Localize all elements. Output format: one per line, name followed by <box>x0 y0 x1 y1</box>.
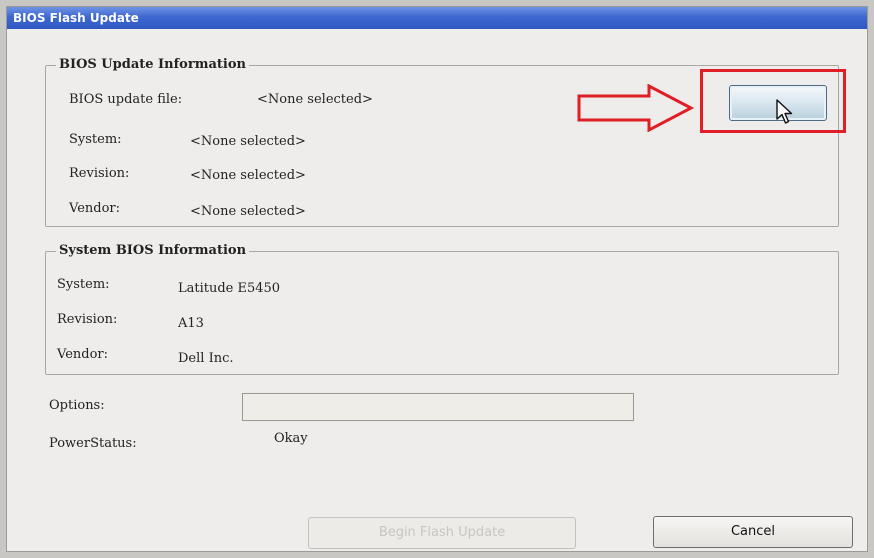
options-label: Options: <box>49 398 105 413</box>
bios-system-label: System: <box>57 277 110 292</box>
bios-update-information-legend: BIOS Update Information <box>56 57 249 72</box>
bios-vendor-label: Vendor: <box>57 347 109 362</box>
begin-flash-update-button[interactable]: Begin Flash Update <box>308 517 576 549</box>
bios-revision-label: Revision: <box>57 312 118 327</box>
system-bios-information-legend: System BIOS Information <box>56 243 250 258</box>
update-revision-label: Revision: <box>69 166 130 181</box>
system-bios-information-group: System BIOS Information <box>45 243 839 375</box>
power-status-value: Okay <box>274 431 308 446</box>
power-status-label: PowerStatus: <box>49 436 137 451</box>
options-input[interactable] <box>242 393 634 421</box>
update-system-value: <None selected> <box>190 134 306 149</box>
update-revision-value: <None selected> <box>190 168 306 183</box>
bios-revision-value: A13 <box>178 316 204 331</box>
bios-update-file-label: BIOS update file: <box>69 92 183 107</box>
bios-flash-update-window: BIOS Flash Update BIOS Update Informatio… <box>6 6 868 552</box>
update-vendor-value: <None selected> <box>190 204 306 219</box>
update-system-label: System: <box>69 132 122 147</box>
window-title: BIOS Flash Update <box>7 7 867 29</box>
bios-vendor-value: Dell Inc. <box>178 351 234 366</box>
cancel-button[interactable]: Cancel <box>653 516 853 548</box>
bios-update-file-value: <None selected> <box>257 92 373 107</box>
bios-system-value: Latitude E5450 <box>178 281 281 296</box>
mouse-pointer-icon <box>776 99 793 124</box>
right-arrow-icon <box>577 84 695 132</box>
update-vendor-label: Vendor: <box>69 201 121 216</box>
